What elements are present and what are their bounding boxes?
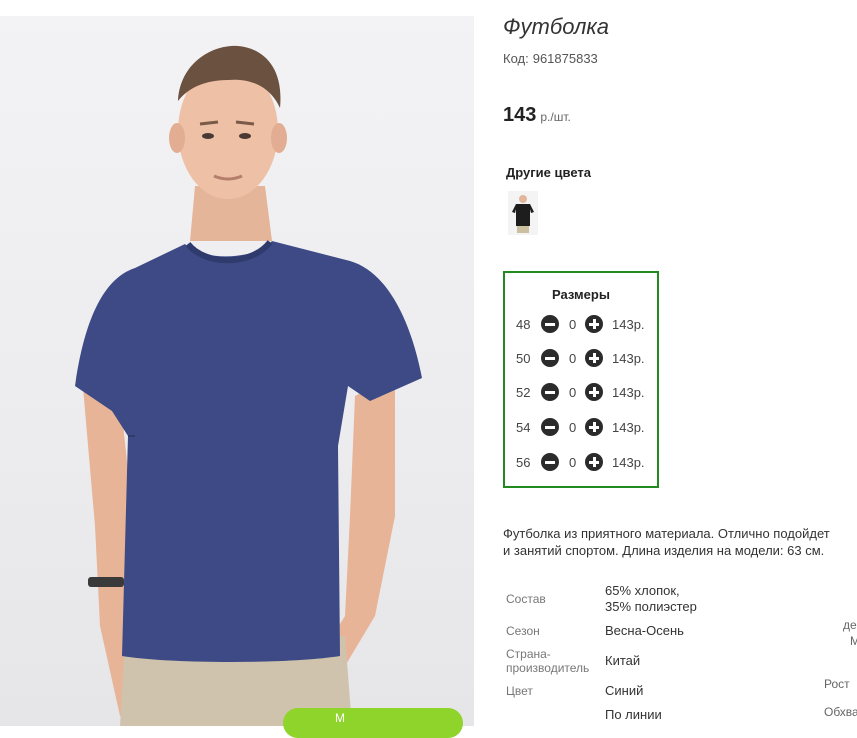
product-price: 143 р./шт. [503, 104, 571, 127]
model-illustration [75, 45, 422, 726]
product-code-value: 961875833 [532, 51, 598, 66]
country-value: Китай [605, 653, 641, 668]
product-code-label: Код: [503, 51, 529, 66]
side-column-text: М [850, 634, 857, 648]
size-label: 56 [516, 455, 531, 470]
side-column-text: де [843, 618, 857, 632]
product-photo[interactable] [0, 16, 474, 726]
size-label: 52 [516, 385, 531, 400]
color-value: Синий [605, 683, 644, 698]
size-price: 143р. [612, 317, 645, 332]
product-title: Футболка [503, 14, 609, 39]
decrease-quantity-button[interactable] [541, 349, 559, 367]
decrease-quantity-button[interactable] [541, 383, 559, 401]
size-row-52: 52 0 143р. [505, 382, 657, 402]
size-row-48: 48 0 143р. [505, 314, 657, 334]
product-code: Код: 961875833 [503, 51, 598, 66]
add-to-cart-label: М [335, 711, 345, 725]
size-price: 143р. [612, 351, 645, 366]
season-label: Сезон [506, 624, 540, 638]
size-price: 143р. [612, 385, 645, 400]
size-label: 48 [516, 317, 531, 332]
product-description: Футболка из приятного материала. Отлично… [503, 525, 830, 559]
composition-value-line: 35% полиэстер [605, 599, 697, 614]
increase-quantity-button[interactable] [585, 315, 603, 333]
size-price: 143р. [612, 455, 645, 470]
description-line: Футболка из приятного материала. Отлично… [503, 526, 830, 541]
add-to-cart-button[interactable]: М [283, 708, 463, 738]
height-label: Рост [824, 677, 850, 691]
season-value: Весна-Осень [605, 623, 684, 638]
decrease-quantity-button[interactable] [541, 315, 559, 333]
size-row-50: 50 0 143р. [505, 348, 657, 368]
quantity-value: 0 [569, 385, 577, 400]
increase-quantity-button[interactable] [585, 383, 603, 401]
size-row-54: 54 0 143р. [505, 417, 657, 437]
country-label: Страна- производитель [506, 647, 589, 675]
other-colors-heading: Другие цвета [506, 165, 591, 180]
quantity-value: 0 [569, 351, 577, 366]
price-value: 143 [503, 104, 537, 126]
sizes-panel: Размеры 48 0 143р. 50 0 143р. 52 0 143р.… [503, 271, 659, 488]
increase-quantity-button[interactable] [585, 453, 603, 471]
country-label-line: производитель [506, 661, 590, 675]
increase-quantity-button[interactable] [585, 418, 603, 436]
decrease-quantity-button[interactable] [541, 418, 559, 436]
composition-value: 65% хлопок, 35% полиэстер [605, 583, 697, 615]
attribute-value: По линии [605, 707, 662, 722]
decrease-quantity-button[interactable] [541, 453, 559, 471]
country-label-line: Страна- [506, 647, 551, 661]
composition-value-line: 65% хлопок, [605, 583, 680, 598]
size-label: 50 [516, 351, 531, 366]
quantity-value: 0 [569, 455, 577, 470]
size-price: 143р. [612, 420, 645, 435]
composition-label: Состав [506, 592, 546, 606]
color-label: Цвет [506, 684, 533, 698]
size-row-56: 56 0 143р. [505, 452, 657, 472]
color-thumbnail-black[interactable] [508, 191, 538, 235]
quantity-value: 0 [569, 317, 577, 332]
description-line: и занятий спортом. Длина изделия на моде… [503, 543, 825, 558]
price-unit: р./шт. [540, 110, 571, 124]
quantity-value: 0 [569, 420, 577, 435]
girth-label: Обхва [824, 705, 857, 719]
size-label: 54 [516, 420, 531, 435]
increase-quantity-button[interactable] [585, 349, 603, 367]
black-tshirt-thumbnail-icon [512, 195, 534, 233]
sizes-title: Размеры [552, 287, 610, 302]
